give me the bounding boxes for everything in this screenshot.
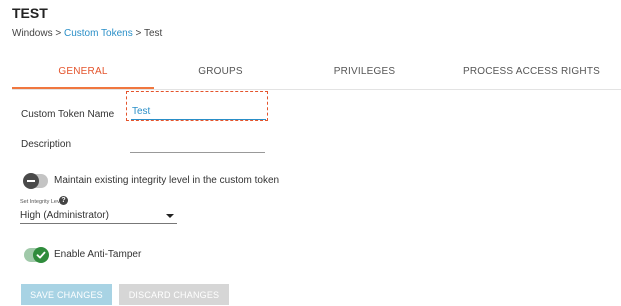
- toggle-knob: [33, 247, 49, 263]
- page-title: TEST: [12, 5, 48, 21]
- tab-privileges[interactable]: PRIVILEGES: [287, 59, 442, 88]
- breadcrumb-root: Windows: [12, 28, 53, 39]
- caret-down-icon: [166, 214, 174, 218]
- save-changes-button[interactable]: SAVE CHANGES: [21, 284, 112, 305]
- maintain-integrity-label: Maintain existing integrity level in the…: [54, 175, 280, 186]
- integrity-level-select[interactable]: High (Administrator): [20, 210, 177, 224]
- breadcrumb-current: Test: [143, 28, 163, 39]
- check-icon: [36, 251, 46, 259]
- tab-general[interactable]: GENERAL: [12, 59, 154, 89]
- tab-groups[interactable]: GROUPS: [154, 59, 287, 88]
- breadcrumb-separator: >: [52, 28, 64, 39]
- description-label: Description: [21, 139, 72, 150]
- custom-token-name-label: Custom Token Name: [21, 109, 115, 120]
- toggle-knob: [23, 173, 39, 189]
- custom-token-name-focus-outline: [126, 91, 268, 121]
- minus-icon: [27, 180, 35, 182]
- tab-process-access-rights[interactable]: PROCESS ACCESS RIGHTS: [442, 59, 621, 88]
- anti-tamper-label: Enable Anti-Tamper: [54, 249, 142, 260]
- integrity-level-label: Set Integrity Level: [20, 199, 65, 205]
- maintain-integrity-toggle[interactable]: [23, 173, 48, 189]
- breadcrumb-separator: >: [132, 28, 144, 39]
- description-input[interactable]: [130, 138, 265, 153]
- integrity-level-value: High (Administrator): [20, 210, 109, 221]
- breadcrumb-link-custom-tokens[interactable]: Custom Tokens: [64, 28, 133, 39]
- anti-tamper-toggle[interactable]: [24, 247, 49, 263]
- custom-token-name-input[interactable]: [131, 104, 266, 120]
- tab-bar: GENERAL GROUPS PRIVILEGES PROCESS ACCESS…: [12, 59, 621, 90]
- breadcrumb: Windows > Custom Tokens > Test: [12, 28, 162, 39]
- help-icon[interactable]: ?: [59, 196, 68, 205]
- discard-changes-button[interactable]: DISCARD CHANGES: [119, 284, 229, 305]
